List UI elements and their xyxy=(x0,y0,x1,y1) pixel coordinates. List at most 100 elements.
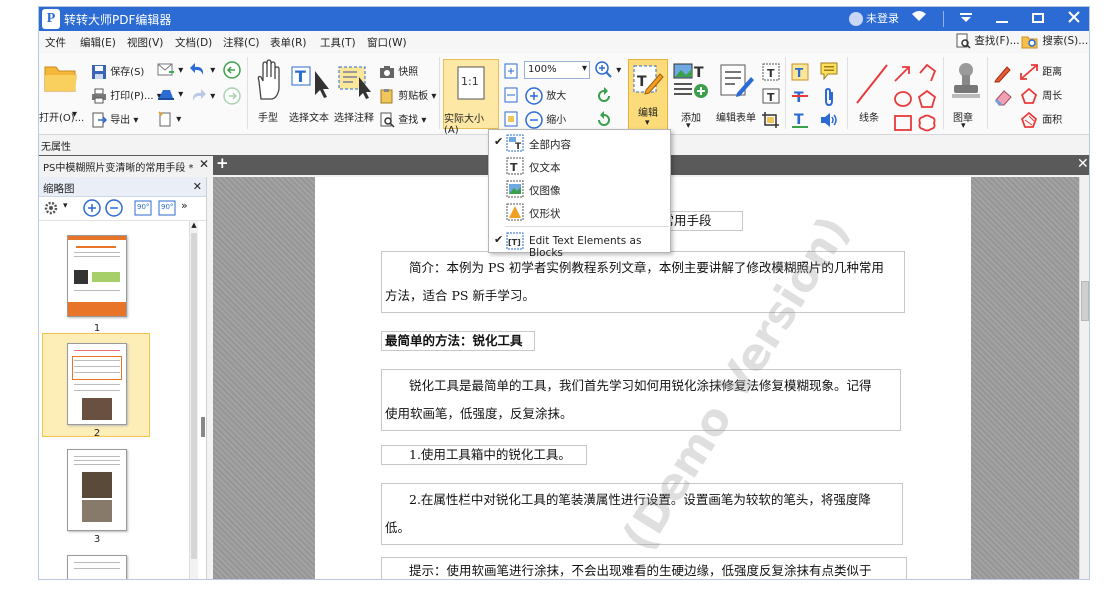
text-block-heading[interactable]: 最简单的方法：锐化工具 xyxy=(381,331,535,351)
fit-page-button[interactable] xyxy=(503,63,519,79)
zoom-tool-dropdown-icon[interactable]: ▾ xyxy=(616,65,621,76)
thumbnail-more-icon[interactable]: » xyxy=(181,199,188,212)
thumbnail-options-dropdown-icon[interactable]: ▾ xyxy=(63,201,68,211)
attach-button[interactable] xyxy=(821,87,837,107)
thumbnail-page-3[interactable] xyxy=(67,449,127,531)
add-button[interactable]: T xyxy=(673,63,711,102)
text-field-button[interactable]: T xyxy=(761,63,781,81)
thumbnail-options-icon[interactable] xyxy=(43,199,61,217)
panel-resize-handle[interactable] xyxy=(201,417,205,437)
thumbnail-scrollbar[interactable]: ▲ xyxy=(189,221,198,579)
search-menu-button[interactable]: 搜索(S)... xyxy=(1021,33,1088,49)
rotate-ccw-button[interactable] xyxy=(595,87,613,105)
underline-button[interactable]: T xyxy=(791,111,809,129)
undo-button[interactable]: ▾ xyxy=(189,61,215,79)
menu-dropdown-icon[interactable] xyxy=(951,7,981,31)
menu-window[interactable]: 窗口(W) xyxy=(367,35,407,50)
thumbnail-zoom-in-icon[interactable] xyxy=(83,199,101,217)
dropdown-item-edit-blocks[interactable]: ✔ [T] Edit Text Elements as Blocks xyxy=(489,230,670,259)
login-status[interactable]: 未登录 xyxy=(849,10,899,26)
thumbnail-close-icon[interactable]: ✕ xyxy=(193,180,202,193)
stamp-dropdown-icon[interactable]: ▾ xyxy=(961,121,966,131)
stamp-button[interactable] xyxy=(951,61,981,104)
export-button[interactable]: 导出 ▾ xyxy=(91,111,138,128)
menu-comment[interactable]: 注释(C) xyxy=(223,35,260,50)
email-button[interactable]: ▾ xyxy=(157,63,183,77)
note-button[interactable] xyxy=(819,61,839,81)
menu-document[interactable]: 文档(D) xyxy=(175,35,212,50)
tab-close-icon[interactable]: ✕ xyxy=(199,157,209,171)
fit-width-button[interactable] xyxy=(503,87,519,103)
menu-file[interactable]: 文件 xyxy=(45,35,66,50)
typewriter-button[interactable]: T xyxy=(791,63,809,81)
distance-button[interactable]: 距离 xyxy=(1019,63,1062,81)
clipboard-button[interactable]: 剪贴板 ▾ xyxy=(379,87,436,104)
sound-button[interactable] xyxy=(819,111,839,129)
upload-button[interactable]: ▾ xyxy=(157,87,183,101)
edit-dropdown-icon[interactable]: ▾ xyxy=(645,118,650,128)
find-menu-button[interactable]: 查找(F)... xyxy=(955,33,1020,49)
back-button[interactable] xyxy=(223,61,241,79)
text-block-step1[interactable]: 1.使用工具箱中的锐化工具。 xyxy=(381,445,587,465)
redo-dropdown-icon[interactable]: ▾ xyxy=(210,91,215,102)
crop-button[interactable] xyxy=(761,111,781,129)
menu-tools[interactable]: 工具(T) xyxy=(320,35,356,50)
wifi-icon[interactable] xyxy=(911,10,927,25)
forward-button[interactable] xyxy=(223,87,241,105)
menu-form[interactable]: 表单(R) xyxy=(270,35,307,50)
save-button[interactable]: 保存(S) xyxy=(91,63,144,80)
rotate-right-icon[interactable]: 90° xyxy=(157,199,177,217)
area-button[interactable]: 面积 xyxy=(1019,111,1062,129)
edit-button[interactable]: T 编辑 ▾ xyxy=(628,59,668,133)
snapshot-button[interactable]: 快照 xyxy=(379,63,418,79)
menu-view[interactable]: 视图(V) xyxy=(127,35,163,50)
text-box-button[interactable]: T xyxy=(761,87,781,105)
zoom-select[interactable]: 100% ▾ xyxy=(524,61,590,79)
thumbnail-zoom-out-icon[interactable] xyxy=(105,199,123,217)
document-scroll-thumb[interactable] xyxy=(1081,281,1089,321)
select-text-button[interactable]: T xyxy=(291,65,331,102)
document-tab[interactable]: PS中模糊照片变清晰的常用手段 * xyxy=(39,156,213,175)
new-tab-icon[interactable]: + xyxy=(216,154,229,172)
thumbnail-page-2[interactable] xyxy=(67,343,127,425)
menu-edit[interactable]: 编辑(E) xyxy=(80,35,116,50)
zoom-dropdown-icon[interactable]: ▾ xyxy=(582,63,587,74)
polygon-line-button[interactable] xyxy=(917,63,937,83)
arrow-button[interactable] xyxy=(893,63,913,83)
new-button[interactable]: ▾ xyxy=(157,111,181,127)
thumbnail-page-1[interactable] xyxy=(67,235,127,317)
find-dropdown-icon[interactable]: ▾ xyxy=(421,115,426,126)
strikeout-button[interactable]: T xyxy=(791,87,809,105)
text-block-tip[interactable]: 提示：使用软画笔进行涂抹，不会出现难看的生硬边缘，低强度反复涂抹有点类似于 xyxy=(381,557,907,579)
close-all-tabs-icon[interactable]: ✕ xyxy=(1077,156,1089,172)
pencil-button[interactable] xyxy=(993,63,1013,83)
perimeter-button[interactable]: 周长 xyxy=(1019,87,1062,105)
open-button[interactable] xyxy=(43,61,79,98)
clipboard-dropdown-icon[interactable]: ▾ xyxy=(431,91,436,102)
find-button[interactable]: 查找 ▾ xyxy=(379,111,426,128)
rectangle-button[interactable] xyxy=(893,113,913,133)
line-button[interactable] xyxy=(855,63,889,108)
dropdown-item-shape-only[interactable]: 仅形状 xyxy=(489,201,670,223)
new-dropdown-icon[interactable]: ▾ xyxy=(176,114,181,125)
rotate-left-icon[interactable]: 90° xyxy=(133,199,153,217)
thumbnail-page-4[interactable] xyxy=(67,555,127,579)
fit-visible-button[interactable] xyxy=(503,111,519,127)
edit-form-button[interactable] xyxy=(719,63,755,102)
upload-dropdown-icon[interactable]: ▾ xyxy=(178,89,183,100)
text-block-para1[interactable]: 锐化工具是最简单的工具，我们首先学习如何用锐化涂抹修复法修复模糊现象。记得 使用… xyxy=(381,369,901,431)
actual-size-button[interactable]: 1:1 实际大小(A) xyxy=(443,59,499,136)
zoom-in-tool-button[interactable]: ▾ xyxy=(595,61,621,79)
eraser-button[interactable] xyxy=(993,87,1013,107)
polygon-button[interactable] xyxy=(917,89,937,109)
document-scrollbar[interactable] xyxy=(1079,177,1089,579)
rotate-cw-button[interactable] xyxy=(595,111,613,129)
print-button[interactable]: 打印(P)... ▾ xyxy=(91,87,162,104)
open-dropdown-icon[interactable]: ▾ xyxy=(72,109,77,120)
undo-dropdown-icon[interactable]: ▾ xyxy=(210,65,215,76)
export-dropdown-icon[interactable]: ▾ xyxy=(133,115,138,126)
close-window-icon[interactable] xyxy=(1059,7,1089,31)
zoom-out-button[interactable]: 缩小 xyxy=(525,111,566,129)
dropdown-item-all-content[interactable]: ✔ T 全部内容 xyxy=(489,132,670,154)
maximize-icon[interactable] xyxy=(1023,7,1053,31)
